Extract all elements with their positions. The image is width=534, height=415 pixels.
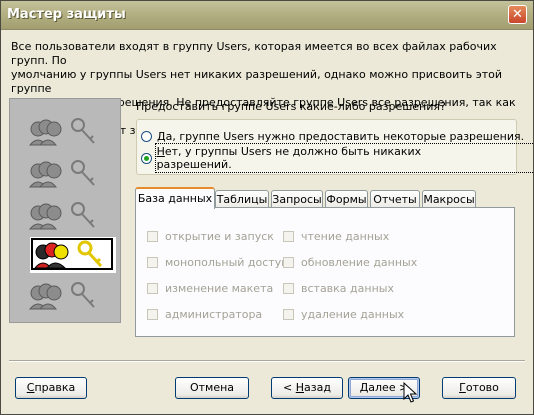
- users-key-illustration: [26, 157, 106, 189]
- tab-forms[interactable]: Формы: [325, 190, 368, 208]
- checkbox-box[interactable]: [283, 283, 294, 294]
- option-yes-label[interactable]: Да, группе Users нужно предоставить неко…: [157, 130, 524, 143]
- mouse-cursor-icon: [403, 382, 417, 403]
- wizard-illustration-panel: [9, 98, 121, 323]
- tab-tables[interactable]: Таблицы: [215, 190, 269, 208]
- checkbox-box[interactable]: [283, 231, 294, 242]
- perm-delete-data-checkbox[interactable]: удаление данных: [283, 308, 404, 321]
- checkbox-box[interactable]: [283, 309, 294, 320]
- checkbox-box[interactable]: [147, 283, 158, 294]
- tab-macros[interactable]: Макросы: [422, 190, 476, 208]
- option-no-radio[interactable]: Нет, у группы Users не должно быть никак…: [141, 143, 533, 173]
- radio-circle-selected[interactable]: [141, 152, 152, 164]
- checkbox-box[interactable]: [147, 231, 158, 242]
- help-button[interactable]: Справка: [15, 377, 87, 399]
- perm-read-data-checkbox[interactable]: чтение данных: [283, 230, 389, 243]
- tab-reports[interactable]: Отчеты: [370, 190, 420, 208]
- close-button[interactable]: ✕: [508, 5, 527, 24]
- radio-circle[interactable]: [141, 130, 152, 142]
- tab-queries[interactable]: Запросы: [271, 190, 323, 208]
- option-yes-radio[interactable]: Да, группе Users нужно предоставить неко…: [141, 128, 524, 144]
- security-wizard-window: Мастер защиты ✕ Все пользователи входят …: [0, 0, 534, 415]
- users-key-illustration: [26, 115, 106, 147]
- tab-database[interactable]: База данных: [135, 187, 215, 209]
- back-button[interactable]: < Назад: [271, 377, 343, 399]
- perm-modify-design-checkbox[interactable]: изменение макета: [147, 282, 273, 295]
- permission-question: Предоставить группе Users какие-либо раз…: [136, 100, 446, 113]
- title-bar[interactable]: Мастер защиты ✕: [1, 1, 533, 30]
- perm-open-run-checkbox[interactable]: открытие и запуск: [147, 230, 274, 243]
- perm-exclusive-checkbox[interactable]: монопольный доступ: [147, 256, 288, 269]
- finish-button[interactable]: Готово: [442, 377, 516, 399]
- checkbox-box[interactable]: [147, 309, 158, 320]
- users-key-illustration-active: [30, 237, 116, 273]
- checkbox-box[interactable]: [283, 257, 294, 268]
- users-key-illustration: [26, 199, 106, 231]
- users-key-illustration: [26, 279, 106, 311]
- perm-update-data-checkbox[interactable]: обновление данных: [283, 256, 417, 269]
- window-title: Мастер защиты: [7, 7, 126, 22]
- cancel-button[interactable]: Отмена: [175, 377, 249, 399]
- perm-insert-data-checkbox[interactable]: вставка данных: [283, 282, 394, 295]
- perm-administer-checkbox[interactable]: администратора: [147, 308, 262, 321]
- option-no-label[interactable]: Нет, у группы Users не должно быть никак…: [154, 143, 533, 173]
- checkbox-box[interactable]: [147, 257, 158, 268]
- button-separator: [9, 360, 525, 362]
